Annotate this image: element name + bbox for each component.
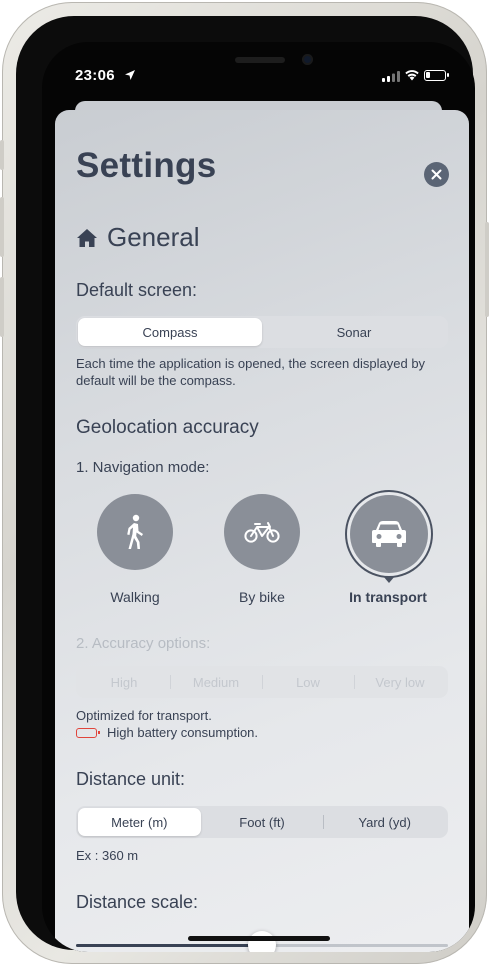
distance-unit-example: Ex : 360 m <box>76 848 139 863</box>
mode-transport-button[interactable] <box>350 495 428 573</box>
battery-note-text: High battery consumption. <box>107 725 259 740</box>
distance-unit-label: Distance unit: <box>76 769 186 789</box>
battery-warning-icon <box>76 727 100 738</box>
distance-unit-option-meter[interactable]: Meter (m) <box>78 808 201 836</box>
default-screen-option-compass[interactable]: Compass <box>78 318 262 346</box>
earpiece-speaker <box>235 57 285 63</box>
mode-walking-button[interactable] <box>97 494 173 570</box>
mode-bike-button[interactable] <box>224 494 300 570</box>
cellular-signal-icon <box>382 71 400 82</box>
power-button <box>485 222 489 317</box>
battery-note-row: High battery consumption. <box>76 724 456 741</box>
distance-unit-option-yard[interactable]: Yard (yd) <box>323 808 446 836</box>
distance-scale-slider-thumb[interactable] <box>248 931 276 952</box>
page-title: Settings <box>76 146 217 185</box>
battery-icon <box>424 70 449 81</box>
section-heading-general: General <box>76 222 200 253</box>
volume-down-button <box>0 277 4 337</box>
section-heading-geolocation: Geolocation accuracy <box>76 417 259 438</box>
bezel: 23:06 Settings General Default screen: C… <box>16 16 475 952</box>
location-arrow-icon <box>125 70 135 80</box>
mode-bike-label: By bike <box>239 589 285 605</box>
status-time: 23:06 <box>75 67 115 84</box>
distance-scale-slider-fill <box>76 944 262 947</box>
selected-mode-pointer <box>383 576 395 583</box>
accuracy-options-label: 2. Accuracy options: <box>76 635 211 652</box>
screen: 23:06 Settings General Default screen: C… <box>42 42 475 952</box>
home-icon <box>77 228 97 247</box>
mode-walking-label: Walking <box>110 589 160 605</box>
walking-icon <box>127 514 143 549</box>
accuracy-options-segmented-control: High Medium Low Very low <box>76 666 448 698</box>
close-button[interactable] <box>424 162 449 187</box>
default-screen-description: Each time the application is opened, the… <box>76 356 426 388</box>
status-bar: 23:06 <box>42 42 475 102</box>
accuracy-option-low: Low <box>262 668 354 696</box>
default-screen-segmented-control: Compass Sonar <box>76 316 448 348</box>
close-icon <box>431 169 442 180</box>
accuracy-note: Optimized for transport. <box>76 708 212 723</box>
mute-switch <box>0 140 4 170</box>
bike-icon <box>244 522 280 543</box>
default-screen-option-sonar[interactable]: Sonar <box>262 318 446 346</box>
navigation-mode-label: 1. Navigation mode: <box>76 459 210 476</box>
phone-frame: 23:06 Settings General Default screen: C… <box>0 2 489 964</box>
home-indicator[interactable] <box>188 936 330 941</box>
distance-scale-label: Distance scale: <box>76 892 199 912</box>
distance-scale-slider[interactable] <box>76 931 448 952</box>
section-heading-general-label: General <box>107 222 200 252</box>
wifi-icon <box>405 70 419 81</box>
distance-unit-option-foot[interactable]: Foot (ft) <box>201 808 324 836</box>
mode-transport-label: In transport <box>349 589 427 605</box>
settings-sheet: Settings General Default screen: Compass… <box>55 110 469 952</box>
volume-up-button <box>0 197 4 257</box>
front-camera <box>302 54 313 65</box>
default-screen-label: Default screen: <box>76 280 198 300</box>
accuracy-option-high: High <box>110 674 138 690</box>
car-icon <box>372 521 406 547</box>
accuracy-option-medium: Medium <box>170 668 262 696</box>
distance-unit-segmented-control: Meter (m) Foot (ft) Yard (yd) <box>76 806 448 838</box>
accuracy-option-very-low: Very low <box>354 668 446 696</box>
